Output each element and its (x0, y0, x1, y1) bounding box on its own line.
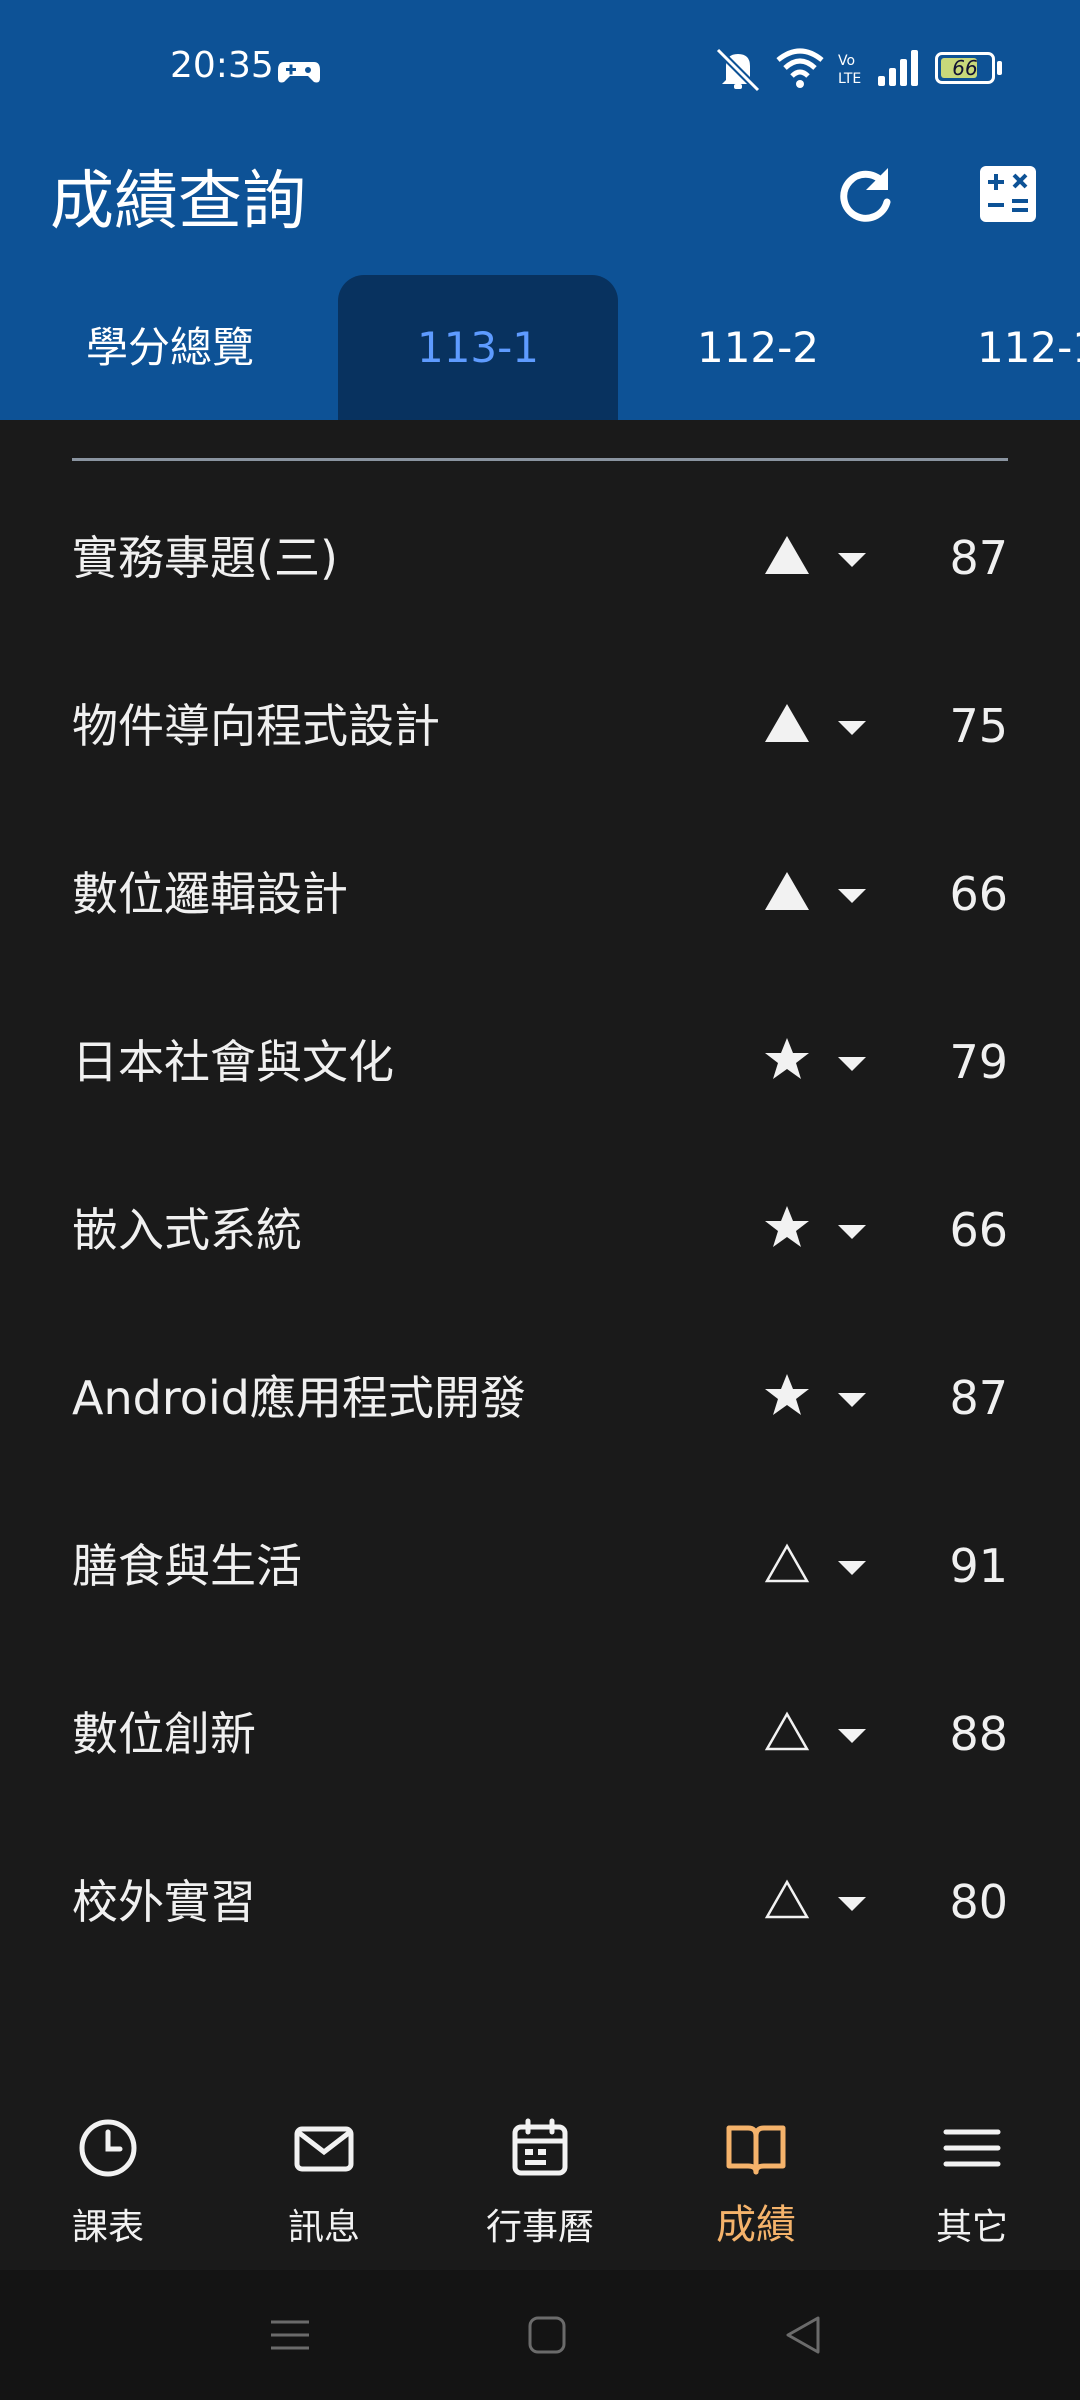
nav-item-grades[interactable]: 成績 (648, 2090, 864, 2270)
system-navigation-bar (0, 2270, 1080, 2400)
filled-triangle-icon (765, 872, 809, 910)
table-row[interactable]: 數位創新 88 (0, 1650, 1080, 1818)
tab-112-2[interactable]: 112-2 (618, 275, 898, 420)
course-score: 87 (949, 531, 1008, 585)
course-name: 日本社會與文化 (72, 1035, 394, 1089)
chevron-down-icon[interactable] (836, 1894, 868, 1914)
course-score: 79 (949, 1035, 1008, 1089)
course-name: 實務專題(三) (72, 531, 338, 585)
course-name: 校外實習 (72, 1875, 256, 1929)
semester-tabs: 學分總覽 113-1 112-2 112-1 (0, 275, 1080, 420)
refresh-icon[interactable] (830, 160, 900, 230)
menu-icon (943, 2129, 1001, 2167)
chevron-down-icon[interactable] (836, 1558, 868, 1578)
table-row[interactable]: 校外實習 80 (0, 1818, 1080, 1986)
back-icon[interactable] (778, 2310, 828, 2360)
status-time: 20:35 (170, 45, 274, 86)
nav-item-calendar[interactable]: 行事曆 (432, 2090, 648, 2270)
list-divider (72, 458, 1008, 461)
course-name: 數位邏輯設計 (72, 867, 348, 921)
course-name: 數位創新 (72, 1707, 256, 1761)
nav-label: 訊息 (287, 2207, 360, 2248)
battery-level: 66 (952, 56, 978, 80)
chevron-down-icon[interactable] (836, 1390, 868, 1410)
calculator-icon[interactable] (978, 164, 1038, 224)
nav-item-timetable[interactable]: 課表 (0, 2090, 216, 2270)
recent-apps-icon[interactable] (265, 2310, 315, 2360)
course-name: Android應用程式開發 (72, 1371, 526, 1425)
chevron-down-icon[interactable] (836, 886, 868, 906)
calendar-icon (512, 2118, 568, 2176)
nav-label: 成績 (716, 2202, 796, 2248)
wifi-icon (776, 48, 824, 88)
course-name: 嵌入式系統 (72, 1203, 302, 1257)
course-score: 80 (949, 1875, 1008, 1929)
tab-credit-overview[interactable]: 學分總覽 (30, 275, 310, 420)
outline-triangle-icon (764, 1543, 810, 1583)
star-icon (765, 1038, 809, 1079)
nav-label: 行事曆 (485, 2207, 594, 2248)
table-row[interactable]: 日本社會與文化 79 (0, 978, 1080, 1146)
course-score: 75 (949, 699, 1008, 753)
battery-icon: 66 (935, 52, 995, 84)
course-name: 物件導向程式設計 (72, 699, 440, 753)
battery-tip (997, 61, 1002, 75)
bottom-navigation: 課表 訊息 行事曆 成績 其它 (0, 2090, 1080, 2270)
signal-icon (878, 50, 918, 86)
outline-triangle-icon (764, 1711, 810, 1751)
clock-icon (79, 2119, 137, 2177)
nav-label: 其它 (935, 2207, 1008, 2248)
course-score: 87 (949, 1371, 1008, 1425)
app-header: 20:35 Vo LTE 66 成績查詢 學分總覽 113-1 112-2 11… (0, 0, 1080, 420)
tab-112-1[interactable]: 112-1 (898, 275, 1080, 420)
bell-mute-icon (715, 47, 761, 92)
nav-label: 課表 (71, 2207, 144, 2248)
filled-triangle-icon (765, 536, 809, 574)
table-row[interactable]: 膳食與生活 91 (0, 1482, 1080, 1650)
svg-text:Vo: Vo (838, 53, 855, 69)
course-score: 66 (949, 1203, 1008, 1257)
status-bar: 20:35 Vo LTE 66 (0, 0, 1080, 140)
page-title: 成績查詢 (50, 165, 306, 239)
svg-text:LTE: LTE (838, 71, 861, 87)
chevron-down-icon[interactable] (836, 1222, 868, 1242)
nav-item-more[interactable]: 其它 (864, 2090, 1080, 2270)
chevron-down-icon[interactable] (836, 718, 868, 738)
chevron-down-icon[interactable] (836, 1054, 868, 1074)
nav-item-messages[interactable]: 訊息 (216, 2090, 432, 2270)
game-controller-icon (278, 62, 320, 83)
course-score: 66 (949, 867, 1008, 921)
chevron-down-icon[interactable] (836, 550, 868, 570)
table-row[interactable]: 實務專題(三) 87 (0, 474, 1080, 642)
volte-icon: Vo LTE (838, 53, 861, 87)
star-icon (765, 1206, 809, 1247)
course-score: 91 (949, 1539, 1008, 1593)
home-icon[interactable] (522, 2310, 572, 2360)
course-name: 膳食與生活 (72, 1539, 302, 1593)
table-row[interactable]: 數位邏輯設計 66 (0, 810, 1080, 978)
chevron-down-icon[interactable] (836, 1726, 868, 1746)
outline-triangle-icon (764, 1879, 810, 1919)
course-score: 88 (949, 1707, 1008, 1761)
table-row[interactable]: Android應用程式開發 87 (0, 1314, 1080, 1482)
book-icon (726, 2125, 786, 2175)
table-row[interactable]: 物件導向程式設計 75 (0, 642, 1080, 810)
tab-113-1[interactable]: 113-1 (338, 275, 618, 420)
mail-icon (294, 2126, 354, 2172)
filled-triangle-icon (765, 704, 809, 742)
star-icon (765, 1374, 809, 1415)
table-row[interactable]: 嵌入式系統 66 (0, 1146, 1080, 1314)
